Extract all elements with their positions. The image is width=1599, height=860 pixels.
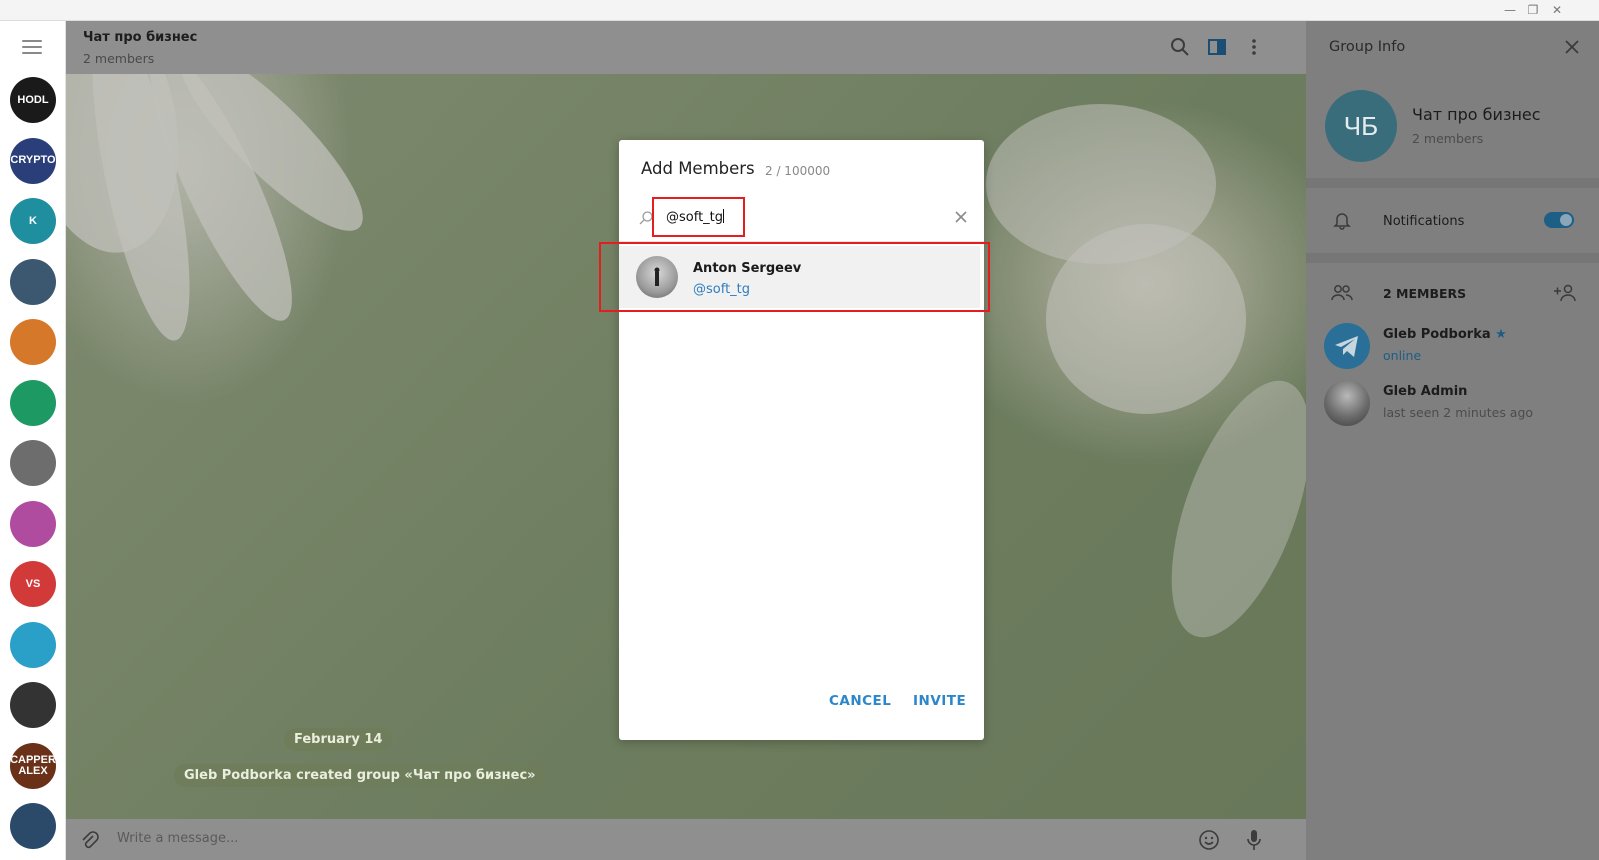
group-avatar: ЧБ (1325, 90, 1397, 162)
member-name: Gleb Admin (1383, 384, 1468, 399)
window-titlebar: — ❐ ✕ (0, 0, 1599, 21)
message-composer: Write a message... (66, 819, 1306, 860)
member-avatar (1324, 323, 1370, 369)
members-limit-count: 2 / 100000 (765, 164, 831, 178)
result-username: @soft_tg (693, 282, 751, 297)
chat-list-avatar[interactable] (10, 803, 56, 849)
chat-list-avatar[interactable]: K (10, 198, 56, 244)
group-info-panel: Group Info ЧБ Чат про бизнес 2 members N… (1306, 21, 1599, 860)
service-message: Gleb Podborka created group «Чат про биз… (174, 764, 546, 787)
chat-list-avatar[interactable]: CRYPTO (10, 137, 56, 184)
chat-subtitle: 2 members (83, 51, 155, 66)
result-name: Anton Sergeev (693, 261, 802, 276)
chat-list-avatar[interactable]: HODL (10, 77, 56, 123)
member-avatar (1324, 380, 1370, 426)
sidebar-toggle-icon[interactable] (1206, 36, 1228, 58)
member-item[interactable]: Gleb Admin last seen 2 minutes ago (1324, 380, 1584, 428)
restore-icon[interactable]: ❐ (1525, 2, 1541, 18)
search-icon[interactable] (1169, 36, 1191, 58)
members-icon (1331, 285, 1353, 301)
menu-icon[interactable] (22, 40, 42, 54)
members-header: 2 MEMBERS (1383, 286, 1467, 301)
chat-list-avatar[interactable] (10, 682, 56, 728)
chat-list-avatar[interactable] (10, 258, 56, 305)
chat-list-sidebar: HODL CRYPTO K VS CAPPER ALEX (0, 21, 66, 860)
notifications-label: Notifications (1383, 214, 1465, 229)
more-options-icon[interactable] (1243, 36, 1265, 58)
date-label: February 14 (284, 728, 393, 751)
chat-header[interactable]: Чат про бизнес 2 members (66, 21, 1306, 74)
search-result-item[interactable]: Anton Sergeev @soft_tg (599, 242, 990, 312)
group-name: Чат про бизнес (1412, 105, 1541, 124)
member-search-input[interactable]: @soft_tg (652, 197, 745, 237)
chat-list-avatar[interactable] (10, 621, 56, 668)
chat-list-avatar[interactable]: VS (10, 561, 56, 607)
add-member-icon[interactable] (1553, 283, 1579, 303)
chat-list-avatar[interactable] (10, 379, 56, 426)
microphone-icon[interactable] (1243, 828, 1265, 852)
cancel-button[interactable]: CANCEL (829, 693, 891, 709)
member-item[interactable]: Gleb Podborka ★ online (1324, 323, 1584, 371)
message-input[interactable]: Write a message... (117, 831, 238, 846)
member-status: online (1383, 348, 1422, 363)
result-avatar (636, 256, 678, 298)
member-status: last seen 2 minutes ago (1383, 405, 1534, 420)
attach-icon[interactable] (78, 829, 100, 851)
chat-list-avatar[interactable] (10, 500, 56, 547)
member-name: Gleb Podborka ★ (1383, 327, 1507, 342)
chat-list-avatar[interactable] (10, 440, 56, 486)
add-members-dialog: Add Members 2 / 100000 @soft_tg Anton Se… (599, 140, 990, 740)
group-members-count: 2 members (1412, 131, 1484, 146)
dialog-title: Add Members (641, 159, 755, 178)
invite-button[interactable]: INVITE (913, 693, 966, 709)
minimize-icon[interactable]: — (1502, 2, 1518, 18)
close-icon[interactable] (1562, 37, 1582, 57)
chat-list-avatar[interactable] (10, 319, 56, 365)
close-window-icon[interactable]: ✕ (1549, 2, 1565, 18)
bell-icon (1333, 213, 1351, 230)
verified-star-icon: ★ (1495, 327, 1507, 342)
telegram-logo-icon (1335, 336, 1358, 357)
emoji-icon[interactable] (1197, 828, 1221, 852)
clear-search-icon[interactable] (954, 210, 968, 224)
chat-list-avatar[interactable]: CAPPER ALEX (10, 742, 56, 789)
chat-title: Чат про бизнес (83, 30, 198, 45)
group-info-title: Group Info (1329, 39, 1406, 55)
notifications-toggle[interactable] (1544, 212, 1574, 228)
